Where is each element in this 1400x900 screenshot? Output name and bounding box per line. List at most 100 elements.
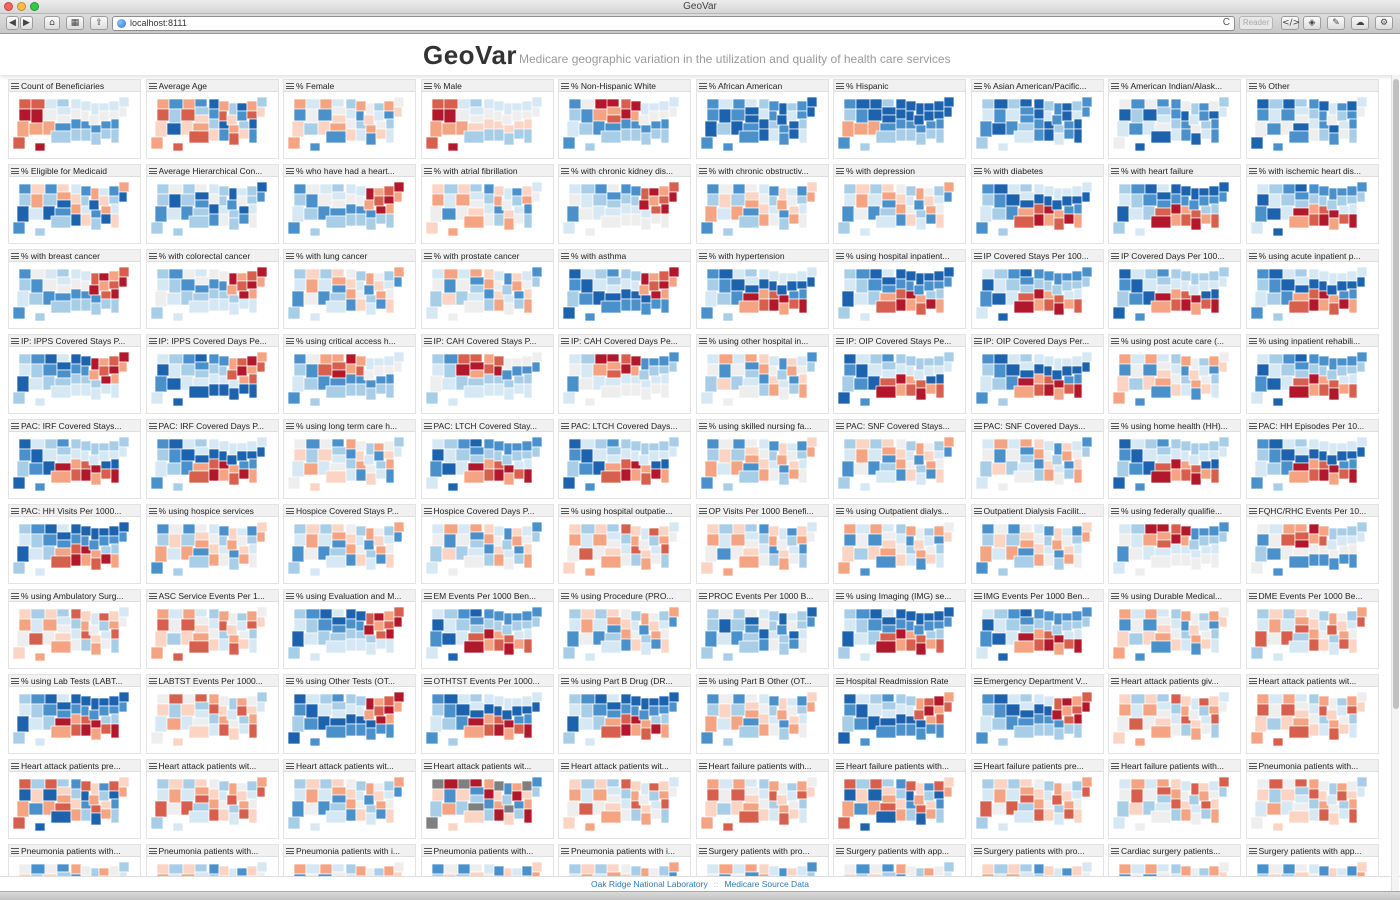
state-region[interactable] — [110, 713, 120, 725]
state-region[interactable] — [1198, 187, 1210, 197]
state-region[interactable] — [1308, 808, 1319, 822]
hamburger-menu-icon[interactable] — [1111, 168, 1119, 174]
map-panel[interactable]: % using Part B Drug (DR... — [558, 674, 691, 754]
state-region[interactable] — [194, 361, 209, 371]
state-region[interactable] — [331, 778, 345, 788]
state-region[interactable] — [991, 717, 1006, 731]
state-region[interactable] — [1272, 652, 1283, 662]
state-region[interactable] — [881, 709, 897, 719]
state-region[interactable] — [503, 549, 514, 559]
state-region[interactable] — [855, 108, 869, 124]
state-region[interactable] — [1348, 468, 1357, 484]
state-region[interactable] — [365, 472, 377, 486]
state-region[interactable] — [1043, 695, 1054, 707]
state-region[interactable] — [236, 612, 247, 622]
state-region[interactable] — [393, 786, 403, 798]
state-region[interactable] — [305, 438, 321, 450]
state-region[interactable] — [34, 397, 46, 407]
state-region[interactable] — [100, 213, 112, 225]
state-region[interactable] — [859, 652, 871, 662]
hamburger-menu-icon[interactable] — [1248, 83, 1257, 89]
us-choropleth-map[interactable] — [286, 93, 413, 157]
state-region[interactable] — [1328, 464, 1339, 474]
hamburger-menu-icon[interactable] — [286, 338, 294, 344]
state-region[interactable] — [1280, 703, 1295, 717]
state-region[interactable] — [483, 373, 494, 385]
state-region[interactable] — [70, 183, 82, 195]
state-region[interactable] — [1190, 549, 1202, 559]
us-choropleth-map[interactable] — [149, 433, 276, 497]
state-region[interactable] — [1208, 790, 1220, 800]
state-region[interactable] — [580, 523, 596, 535]
state-region[interactable] — [513, 375, 524, 385]
state-region[interactable] — [168, 98, 183, 110]
state-region[interactable] — [1254, 460, 1267, 478]
state-region[interactable] — [1208, 865, 1220, 877]
hamburger-menu-icon[interactable] — [11, 508, 19, 514]
state-region[interactable] — [383, 110, 395, 120]
state-region[interactable] — [1128, 292, 1144, 306]
map-panel[interactable]: IP: IPPS Covered Days Pe... — [145, 334, 279, 414]
hamburger-menu-icon[interactable] — [148, 848, 157, 854]
state-region[interactable] — [1308, 118, 1319, 130]
hamburger-menu-icon[interactable] — [1248, 508, 1257, 514]
state-region[interactable] — [895, 278, 907, 290]
state-region[interactable] — [513, 808, 524, 820]
state-region[interactable] — [1268, 183, 1283, 195]
state-region[interactable] — [1336, 357, 1347, 367]
state-region[interactable] — [592, 788, 608, 802]
state-region[interactable] — [620, 288, 632, 300]
state-region[interactable] — [658, 185, 670, 197]
state-region[interactable] — [1250, 391, 1263, 405]
state-region[interactable] — [1318, 195, 1327, 207]
state-region[interactable] — [796, 705, 807, 715]
state-region[interactable] — [425, 561, 438, 575]
us-choropleth-map[interactable] — [11, 603, 138, 667]
state-region[interactable] — [1180, 610, 1192, 622]
state-region[interactable] — [1356, 106, 1365, 118]
state-region[interactable] — [905, 128, 917, 142]
state-region[interactable] — [716, 717, 731, 731]
state-region[interactable] — [1033, 203, 1044, 215]
state-region[interactable] — [467, 802, 484, 812]
state-region[interactable] — [483, 213, 494, 227]
state-region[interactable] — [100, 468, 112, 480]
state-region[interactable] — [521, 695, 532, 707]
state-region[interactable] — [768, 355, 779, 367]
state-region[interactable] — [1180, 298, 1192, 312]
map-panel[interactable]: % using hospice services — [145, 504, 279, 584]
state-region[interactable] — [331, 98, 345, 108]
state-region[interactable] — [738, 555, 759, 569]
state-region[interactable] — [562, 731, 576, 745]
state-region[interactable] — [523, 213, 532, 229]
state-region[interactable] — [806, 96, 817, 108]
state-region[interactable] — [935, 808, 945, 824]
state-region[interactable] — [1013, 555, 1034, 569]
state-region[interactable] — [1019, 284, 1034, 294]
us-choropleth-map[interactable] — [836, 518, 963, 582]
state-region[interactable] — [192, 717, 209, 727]
state-region[interactable] — [1033, 703, 1044, 715]
state-region[interactable] — [1061, 612, 1072, 622]
state-region[interactable] — [716, 547, 731, 561]
state-region[interactable] — [393, 606, 405, 618]
map-panel[interactable]: % Hispanic — [833, 79, 966, 159]
state-region[interactable] — [1254, 545, 1267, 563]
hamburger-menu-icon[interactable] — [423, 83, 432, 89]
state-region[interactable] — [1256, 448, 1269, 462]
state-region[interactable] — [1156, 531, 1172, 541]
state-region[interactable] — [1198, 790, 1210, 802]
state-region[interactable] — [905, 553, 917, 567]
state-region[interactable] — [640, 727, 652, 741]
state-region[interactable] — [150, 816, 163, 830]
state-region[interactable] — [658, 525, 670, 537]
state-region[interactable] — [742, 632, 759, 642]
state-region[interactable] — [108, 365, 120, 375]
state-region[interactable] — [208, 448, 219, 460]
state-region[interactable] — [905, 705, 915, 717]
state-region[interactable] — [355, 865, 367, 877]
state-region[interactable] — [18, 693, 32, 705]
hamburger-menu-icon[interactable] — [973, 848, 982, 854]
us-choropleth-map[interactable] — [424, 348, 551, 412]
state-region[interactable] — [925, 638, 937, 650]
